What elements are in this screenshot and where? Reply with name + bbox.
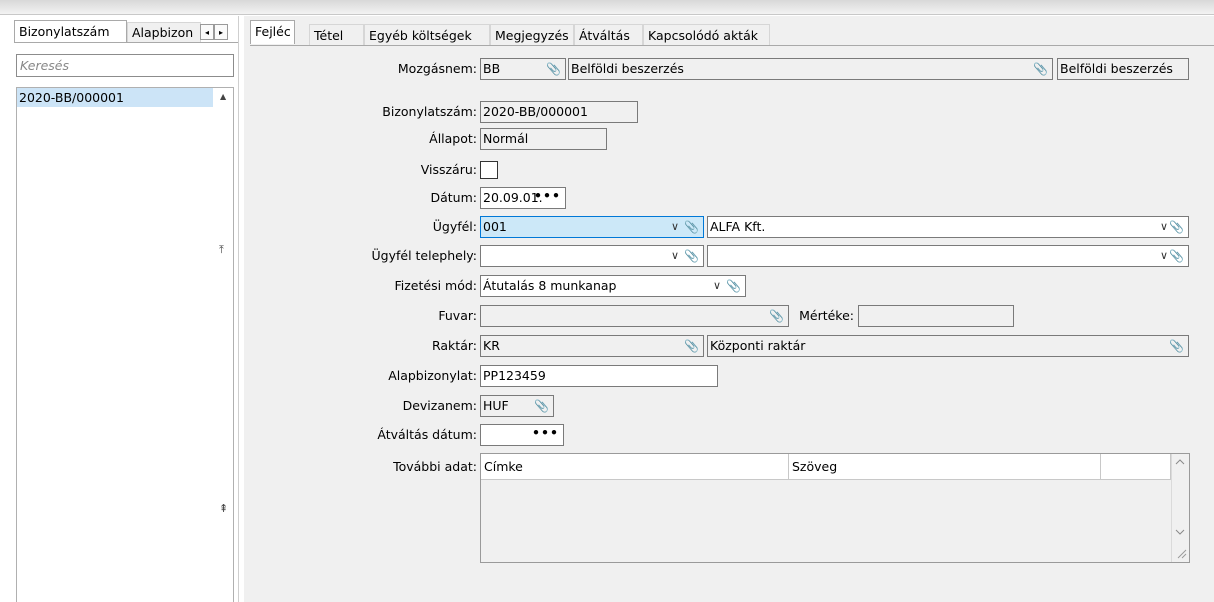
document-list[interactable] <box>16 87 234 602</box>
chevron-down-icon[interactable]: ∨ <box>1160 217 1168 237</box>
grid-scroll-arrows-icon <box>1175 459 1187 559</box>
clip-icon[interactable]: 📎 <box>769 306 784 326</box>
label-fuvar: Fuvar: <box>438 308 477 323</box>
mozgasnem-name: Belföldi beszerzés <box>571 61 684 76</box>
clip-icon[interactable]: 📎 <box>546 59 561 79</box>
label-devizanem: Devizanem: <box>402 398 477 413</box>
datum-field[interactable]: 20.09.01. ••• <box>480 187 566 209</box>
mozgasnem-code: BB <box>483 61 501 76</box>
raktar-name: Központi raktár <box>710 338 806 353</box>
column-header-cimke[interactable]: Címke <box>481 454 789 480</box>
raktar-code: KR <box>483 338 500 353</box>
fuvar-field[interactable]: 📎 <box>480 305 789 327</box>
chevron-down-icon[interactable]: ∨ <box>671 246 679 266</box>
tab-bizonylatszam[interactable]: Bizonylatszám <box>14 20 127 42</box>
bizonylatszam-field: 2020-BB/000001 <box>480 101 638 123</box>
label-datum: Dátum: <box>430 190 478 205</box>
label-tovabbi-adat: További adat: <box>393 459 477 474</box>
search-box[interactable] <box>16 54 234 77</box>
window-top-line <box>0 14 1214 15</box>
label-bizonylatszam: Bizonylatszám: <box>382 104 477 119</box>
label-alapbizonylat: Alapbizonylat: <box>388 368 477 383</box>
tab-divider-right <box>250 45 1214 46</box>
clip-icon[interactable]: 📎 <box>1169 246 1184 266</box>
scroll-up-icon[interactable]: ▲ <box>220 92 226 101</box>
clip-icon[interactable]: 📎 <box>1169 217 1184 237</box>
tab-scroll-left-button[interactable]: ◂ <box>200 24 214 40</box>
ugyfel-code: 001 <box>483 219 507 234</box>
chevron-down-icon[interactable]: ∨ <box>713 276 721 296</box>
ellipsis-icon[interactable]: ••• <box>532 425 559 443</box>
clip-icon[interactable]: 📎 <box>684 246 699 266</box>
mozgasnem-code-field[interactable]: BB 📎 <box>480 58 566 80</box>
label-atvaltas-datum: Átváltás dátum: <box>377 427 477 442</box>
ugyfel-name-combobox[interactable]: ALFA Kft. ∨ 📎 <box>707 216 1189 238</box>
clip-icon[interactable]: 📎 <box>1033 59 1048 79</box>
page-up-icon[interactable]: ⇞ <box>219 502 228 515</box>
devizanem-field[interactable]: HUF 📎 <box>480 395 554 417</box>
window-top-shade <box>0 0 1214 14</box>
tab-fejlec[interactable]: Fejléc <box>250 20 295 44</box>
alapbizonylat-input[interactable]: PP123459 <box>480 365 718 387</box>
grid-scrollbar[interactable] <box>1171 454 1189 562</box>
tab-scroll-right-button[interactable]: ▸ <box>214 24 228 40</box>
tab-atvaltas[interactable]: Átváltás <box>574 24 643 46</box>
search-input[interactable] <box>17 55 233 76</box>
label-visszaru: Visszáru: <box>420 162 477 177</box>
clip-icon[interactable]: 📎 <box>684 217 699 237</box>
devizanem-value: HUF <box>483 398 509 413</box>
mozgasnem-name2-field: Belföldi beszerzés <box>1057 58 1189 80</box>
label-allapot: Állapot: <box>429 131 477 146</box>
tab-divider <box>14 42 238 43</box>
raktar-name-field[interactable]: Központi raktár 📎 <box>707 335 1189 357</box>
visszaru-checkbox[interactable] <box>480 161 498 179</box>
telephely-name-combobox[interactable]: ∨ 📎 <box>707 245 1189 267</box>
raktar-code-field[interactable]: KR 📎 <box>480 335 704 357</box>
tab-alapbizonylat[interactable]: Alapbizon <box>127 22 201 42</box>
chevron-down-icon[interactable]: ∨ <box>671 217 679 237</box>
chevron-down-icon[interactable]: ∨ <box>1160 246 1168 266</box>
label-ugyfel: Ügyfél: <box>432 219 477 234</box>
fizetesi-mod-value: Átutalás 8 munkanap <box>483 278 617 293</box>
fizetesi-mod-combobox[interactable]: Átutalás 8 munkanap ∨ 📎 <box>480 275 746 297</box>
ugyfel-name: ALFA Kft. <box>710 219 766 234</box>
tab-tetel[interactable]: Tétel <box>309 24 364 46</box>
label-fizetesi-mod: Fizetési mód: <box>394 278 477 293</box>
tab-megjegyzes[interactable]: Megjegyzés <box>490 24 574 46</box>
column-header-szoveg[interactable]: Szöveg <box>789 454 1101 480</box>
clip-icon[interactable]: 📎 <box>684 336 699 356</box>
clip-icon[interactable]: 📎 <box>1169 336 1184 356</box>
mozgasnem-name-field[interactable]: Belföldi beszerzés 📎 <box>568 58 1053 80</box>
scroll-to-top-icon[interactable]: ⤒ <box>219 243 224 257</box>
merteke-field <box>858 305 1014 327</box>
tab-kapcsolodo-aktak[interactable]: Kapcsolódó akták <box>643 24 770 46</box>
atvaltas-datum-field[interactable]: ••• <box>480 424 564 446</box>
label-mozgasnem: Mozgásnem: <box>397 61 477 76</box>
allapot-field: Normál <box>480 128 607 150</box>
label-raktar: Raktár: <box>431 338 477 353</box>
list-item[interactable]: 2020-BB/000001 <box>17 88 213 107</box>
clip-icon[interactable]: 📎 <box>726 276 741 296</box>
column-header-empty <box>1101 454 1171 480</box>
label-ugyfel-telephely: Ügyfél telephely: <box>371 248 478 263</box>
ellipsis-icon[interactable]: ••• <box>534 188 561 206</box>
ugyfel-code-combobox[interactable]: 001 ∨ 📎 <box>480 216 704 238</box>
label-merteke: Mértéke: <box>799 308 854 323</box>
clip-icon[interactable]: 📎 <box>534 396 549 416</box>
tab-egyeb-koltsegek[interactable]: Egyéb költségek <box>364 24 490 46</box>
telephely-code-combobox[interactable]: ∨ 📎 <box>480 245 704 267</box>
mozgasnem-name2: Belföldi beszerzés <box>1060 61 1173 76</box>
tovabbi-adat-grid[interactable]: Címke Szöveg <box>480 453 1190 563</box>
